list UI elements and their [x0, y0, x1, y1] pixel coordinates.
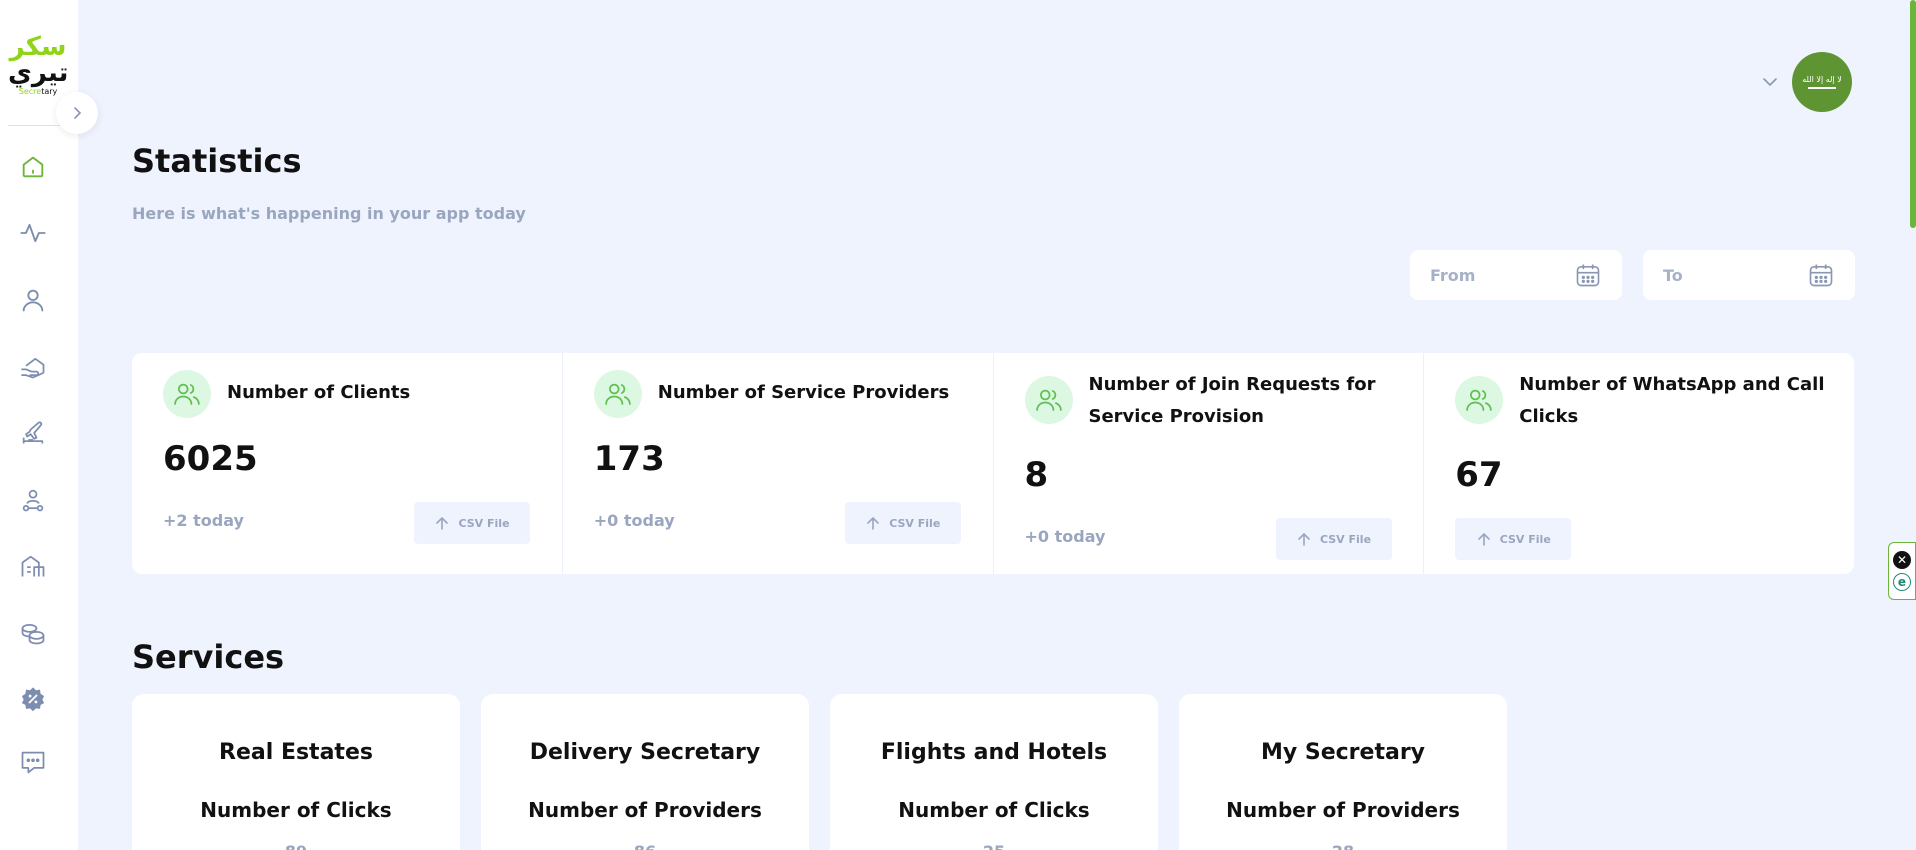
sidebar-item-delivery[interactable]	[17, 484, 49, 516]
stat-join-requests: Number of Join Requests for Service Prov…	[994, 353, 1425, 574]
stat-service-providers: Number of Service Providers 173 +0 today…	[563, 353, 994, 574]
users-icon	[593, 370, 642, 418]
sidebar-item-discounts[interactable]	[17, 683, 49, 715]
upload-arrow-icon	[867, 516, 880, 530]
service-value: 89	[132, 842, 460, 850]
upload-arrow-icon	[1477, 532, 1490, 546]
csv-export-button[interactable]: CSV File	[1275, 518, 1392, 560]
chevron-right-icon	[74, 107, 82, 119]
from-date-label: From	[1430, 265, 1476, 285]
logo-arabic-line2: تيري	[8, 58, 69, 88]
logo-arabic-line1: سكر	[9, 32, 67, 62]
sidebar-item-users[interactable]	[17, 284, 49, 316]
stat-whatsapp-call-clicks: Number of WhatsApp and Call Clicks 67 CS…	[1424, 353, 1854, 574]
user-icon	[22, 289, 44, 312]
users-icon	[1455, 376, 1504, 424]
avatar-flag: لا إله إلا الله	[1802, 75, 1842, 89]
coins-icon	[21, 623, 45, 645]
page-subtitle: Here is what's happening in your app tod…	[132, 204, 526, 223]
service-value: 86	[481, 842, 809, 850]
real-estate-hand-icon	[21, 357, 45, 379]
home-icon	[22, 156, 44, 178]
stat-today: +0 today	[1024, 527, 1106, 546]
sidebar-item-buildings[interactable]	[17, 550, 49, 582]
users-icon	[163, 370, 211, 418]
floating-extension-widget[interactable]: ✕ e	[1888, 542, 1916, 600]
service-metric: Number of Clicks	[200, 798, 392, 822]
sidebar-item-home[interactable]	[17, 151, 49, 183]
service-name: My Secretary	[1260, 740, 1426, 765]
buildings-icon	[21, 555, 45, 577]
services-title: Services	[132, 638, 285, 676]
sidebar-toggle-button[interactable]	[56, 92, 98, 134]
avatar[interactable]: لا إله إلا الله	[1792, 52, 1852, 112]
scrollbar-thumb[interactable]	[1910, 0, 1916, 228]
service-card-delivery-secretary[interactable]: Delivery Secretary Number of Providers 8…	[481, 694, 809, 850]
stat-value: 6025	[163, 439, 258, 479]
stats-card: Number of Clients 6025 +2 today CSV File…	[132, 353, 1854, 574]
service-name: Real Estates	[219, 740, 373, 765]
stat-title: Number of Clients	[227, 382, 411, 403]
activity-icon	[20, 223, 46, 243]
stat-value: 8	[1024, 455, 1049, 495]
service-card-flights-hotels[interactable]: Flights and Hotels Number of Clicks 25	[830, 694, 1158, 850]
flight-hotel-icon	[22, 421, 44, 444]
service-value: 28	[1179, 842, 1507, 850]
service-name: Flights and Hotels	[880, 740, 1108, 765]
stat-title: Number of WhatsApp and Call Clicks	[1519, 374, 1825, 427]
to-date-label: To	[1663, 265, 1683, 285]
upload-arrow-icon	[1298, 532, 1310, 546]
sidebar-item-real-estate[interactable]	[17, 351, 49, 383]
csv-export-button[interactable]: CSV File	[414, 502, 530, 544]
app-logo[interactable]: سكر تيري Secretary	[8, 34, 68, 106]
service-metric: Number of Providers	[1226, 798, 1460, 822]
csv-export-button[interactable]: CSV File	[844, 502, 961, 544]
stat-title: Number of Service Providers	[657, 382, 950, 403]
calendar-icon	[1576, 264, 1600, 287]
stat-value: 173	[593, 439, 665, 479]
sidebar-item-finance[interactable]	[17, 617, 49, 649]
extension-e-icon[interactable]: e	[1893, 573, 1911, 591]
chevron-down-icon[interactable]	[1760, 72, 1780, 92]
users-icon	[1024, 376, 1073, 424]
page-title: Statistics	[132, 142, 302, 180]
chat-icon	[21, 751, 45, 774]
sidebar-item-activity[interactable]	[17, 217, 49, 249]
to-date-field[interactable]: To	[1643, 250, 1855, 300]
service-card-real-estates[interactable]: Real Estates Number of Clicks 89	[132, 694, 460, 850]
csv-export-button[interactable]: CSV File	[1455, 518, 1572, 560]
service-card-my-secretary[interactable]: My Secretary Number of Providers 28	[1179, 694, 1507, 850]
stat-value: 67	[1455, 455, 1503, 495]
discount-badge-icon	[21, 687, 45, 712]
close-icon[interactable]: ✕	[1893, 551, 1911, 569]
service-name: Delivery Secretary	[529, 740, 761, 765]
service-metric: Number of Providers	[528, 798, 762, 822]
stat-clients: Number of Clients 6025 +2 today CSV File	[132, 353, 563, 574]
stat-today: +2 today	[163, 511, 244, 530]
upload-arrow-icon	[436, 516, 449, 530]
stat-title: Number of Join Requests for Service Prov…	[1088, 374, 1376, 427]
sidebar-item-flights[interactable]	[17, 417, 49, 449]
service-metric: Number of Clicks	[898, 798, 1090, 822]
service-value: 25	[830, 842, 1158, 850]
calendar-icon	[1809, 264, 1833, 287]
stat-today: +0 today	[593, 511, 675, 530]
sidebar-item-messages[interactable]	[17, 746, 49, 778]
from-date-field[interactable]: From	[1410, 250, 1622, 300]
delivery-person-icon	[22, 489, 44, 512]
